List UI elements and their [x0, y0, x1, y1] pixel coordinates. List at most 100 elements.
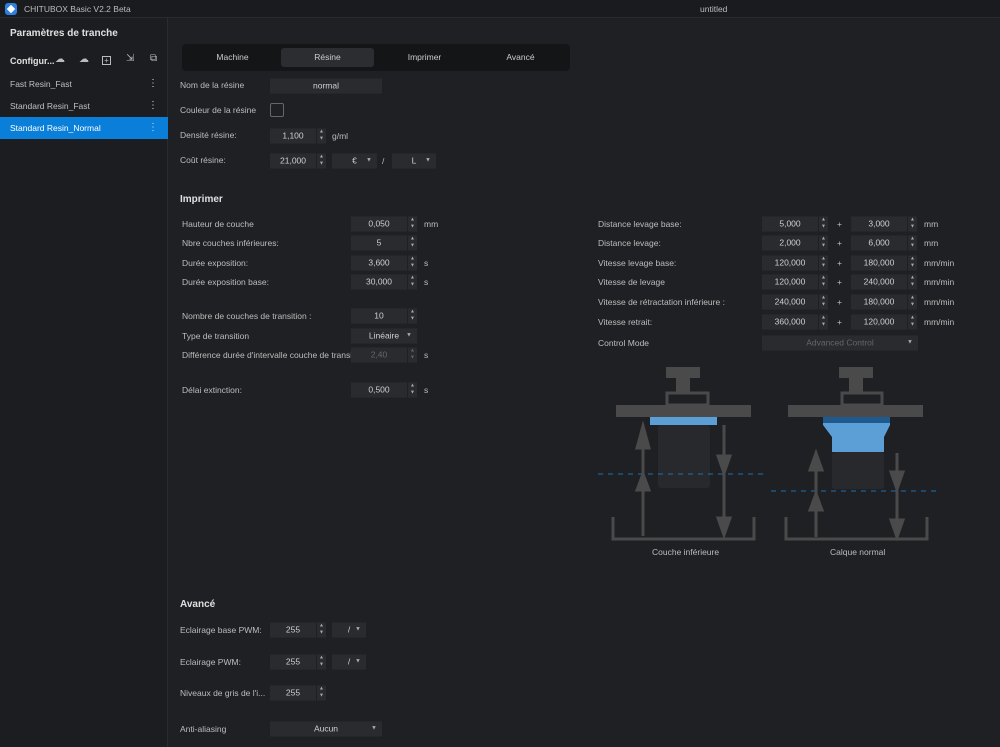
add-config-icon[interactable]: + — [102, 56, 111, 65]
spinner-arrows-icon[interactable]: ▲ ▼ — [818, 216, 828, 232]
bottom-layer-diagram — [598, 367, 768, 541]
field-label: Anti-aliasing — [180, 724, 227, 734]
volume-unit-select-value: L — [411, 155, 417, 166]
print-field-input[interactable]: 3,600 — [351, 255, 407, 271]
field-label: Nombre de couches de transition : — [182, 311, 312, 321]
tab-2[interactable]: Imprimer — [378, 48, 471, 67]
more-options-icon[interactable]: ⋮ — [148, 95, 158, 117]
field-label: Type de transition — [182, 331, 250, 341]
spinner-arrows-icon[interactable]: ▲ ▼ — [407, 274, 417, 290]
field-label: Hauteur de couche — [182, 219, 254, 229]
stem — [676, 378, 690, 393]
spinner-arrows-icon[interactable]: ▲ ▼ — [316, 153, 326, 169]
field-label: Durée exposition base: — [182, 277, 269, 287]
value-input[interactable]: 180,000 — [851, 255, 907, 271]
spinner-arrows-icon[interactable]: ▲ ▼ — [907, 235, 917, 251]
chevron-down-icon: ▼ — [355, 626, 361, 633]
spinner-arrows-icon[interactable]: ▲ ▼ — [407, 235, 417, 251]
sidebar-item[interactable]: Fast Resin_Fast ⋮ — [0, 73, 168, 95]
volume-unit-select[interactable]: L ▼ — [392, 153, 436, 169]
field-label: Différence durée d'intervalle couche de … — [182, 350, 362, 360]
control-mode-select: Advanced Control ▼ — [762, 335, 918, 351]
print-field-input[interactable]: 30,000 — [351, 274, 407, 290]
density-input[interactable]: 1,100 — [270, 128, 316, 144]
spinner-arrows-icon[interactable]: ▲ ▼ — [407, 382, 417, 398]
spinner-arrows-icon[interactable]: ▲ ▼ — [818, 235, 828, 251]
spinner-arrows-icon[interactable]: ▲ ▼ — [818, 274, 828, 290]
plus-sign: + — [837, 317, 842, 327]
import-icon[interactable]: ⇲ — [126, 53, 134, 64]
resin-color-checkbox[interactable] — [270, 103, 284, 117]
currency-select[interactable]: € ▼ — [332, 153, 377, 169]
cured-layer — [650, 417, 717, 425]
sidebar: Paramètres de tranche Configur... ☁ ☁ + … — [0, 18, 168, 747]
print-field-input[interactable]: 10 — [351, 308, 407, 324]
spinner-arrows-icon[interactable]: ▲ ▼ — [907, 274, 917, 290]
cloud-download-icon[interactable]: ☁ — [55, 54, 65, 65]
spinner-arrows-icon[interactable]: ▲ ▼ — [316, 622, 326, 638]
resin-name-input[interactable]: normal — [270, 78, 382, 94]
pwm-input[interactable]: 255 — [270, 622, 316, 638]
export-icon[interactable]: ⧉ — [150, 53, 157, 64]
spinner-arrows-icon[interactable]: ▲ ▼ — [407, 216, 417, 232]
print-field-input[interactable]: 0,500 — [351, 382, 407, 398]
caption-normal-layer: Calque normal — [830, 547, 886, 557]
transition-type-select[interactable]: Linéaire ▼ — [351, 328, 417, 344]
print-field-input[interactable]: 0,050 — [351, 216, 407, 232]
spinner-arrows-icon[interactable]: ▲ ▼ — [316, 654, 326, 670]
unit-label: mm/min — [924, 258, 955, 268]
pwm-select[interactable]: / ▼ — [332, 622, 366, 638]
value-input[interactable]: 3,000 — [851, 216, 907, 232]
base-value-input[interactable]: 120,000 — [762, 255, 818, 271]
spinner-arrows-icon[interactable]: ▲ ▼ — [316, 128, 326, 144]
field-label: Nom de la résine — [180, 80, 245, 90]
anti-aliasing-select-value: Aucun — [313, 723, 339, 734]
pwm-select-value: / — [347, 624, 351, 635]
field-label: Nbre couches inférieures: — [182, 238, 279, 248]
value-input[interactable]: 6,000 — [851, 235, 907, 251]
spinner-arrows-icon[interactable]: ▲ ▼ — [818, 314, 828, 330]
unit-label: mm/min — [924, 297, 955, 307]
unit-label: s — [424, 277, 429, 287]
base-value-input[interactable]: 5,000 — [762, 216, 818, 232]
spinner-arrows-icon[interactable]: ▲ ▼ — [907, 255, 917, 271]
value-input[interactable]: 120,000 — [851, 314, 907, 330]
spinner-arrows-icon[interactable]: ▲ ▼ — [907, 314, 917, 330]
caption-bottom-layer: Couche inférieure — [652, 547, 720, 557]
spinner-arrows-icon[interactable]: ▲ ▼ — [818, 255, 828, 271]
base-value-input[interactable]: 360,000 — [762, 314, 818, 330]
tab-3[interactable]: Avancé — [474, 48, 567, 67]
print-field-input[interactable]: 5 — [351, 235, 407, 251]
config-label[interactable]: Configur... — [10, 56, 55, 66]
pwm-input[interactable]: 255 — [270, 654, 316, 670]
more-options-icon[interactable]: ⋮ — [148, 117, 158, 139]
currency-select-value: € — [352, 155, 357, 166]
spinner-arrows-icon[interactable]: ▲ ▼ — [316, 685, 326, 701]
anti-aliasing-select[interactable]: Aucun ▼ — [270, 721, 382, 737]
pwm-select-value: / — [347, 656, 351, 667]
spinner-arrows-icon[interactable]: ▲ ▼ — [907, 294, 917, 310]
tab-1[interactable]: Résine — [281, 48, 374, 67]
value-input[interactable]: 180,000 — [851, 294, 907, 310]
sidebar-item[interactable]: Standard Resin_Fast ⋮ — [0, 95, 168, 117]
pwm-input[interactable]: 255 — [270, 685, 316, 701]
base-value-input[interactable]: 120,000 — [762, 274, 818, 290]
build-plate — [616, 405, 751, 417]
more-options-icon[interactable]: ⋮ — [148, 73, 158, 95]
spinner-arrows-icon[interactable]: ▲ ▼ — [818, 294, 828, 310]
field-label: Vitesse retrait: — [598, 317, 653, 327]
cost-input[interactable]: 21,000 — [270, 153, 316, 169]
pwm-select[interactable]: / ▼ — [332, 654, 366, 670]
sidebar-item[interactable]: Standard Resin_Normal ⋮ — [0, 117, 168, 139]
spinner-arrows-icon[interactable]: ▲ ▼ — [407, 255, 417, 271]
spinner-arrows-icon[interactable]: ▲ ▼ — [907, 216, 917, 232]
vat — [611, 517, 756, 541]
spinner-arrows-icon[interactable]: ▲ ▼ — [407, 308, 417, 324]
tab-0[interactable]: Machine — [186, 48, 279, 67]
base-value-input[interactable]: 2,000 — [762, 235, 818, 251]
unit-label: s — [424, 258, 429, 268]
base-value-input[interactable]: 240,000 — [762, 294, 818, 310]
cloud-upload-icon[interactable]: ☁ — [79, 54, 89, 65]
value-input[interactable]: 240,000 — [851, 274, 907, 290]
unit-label: mm — [924, 238, 939, 248]
